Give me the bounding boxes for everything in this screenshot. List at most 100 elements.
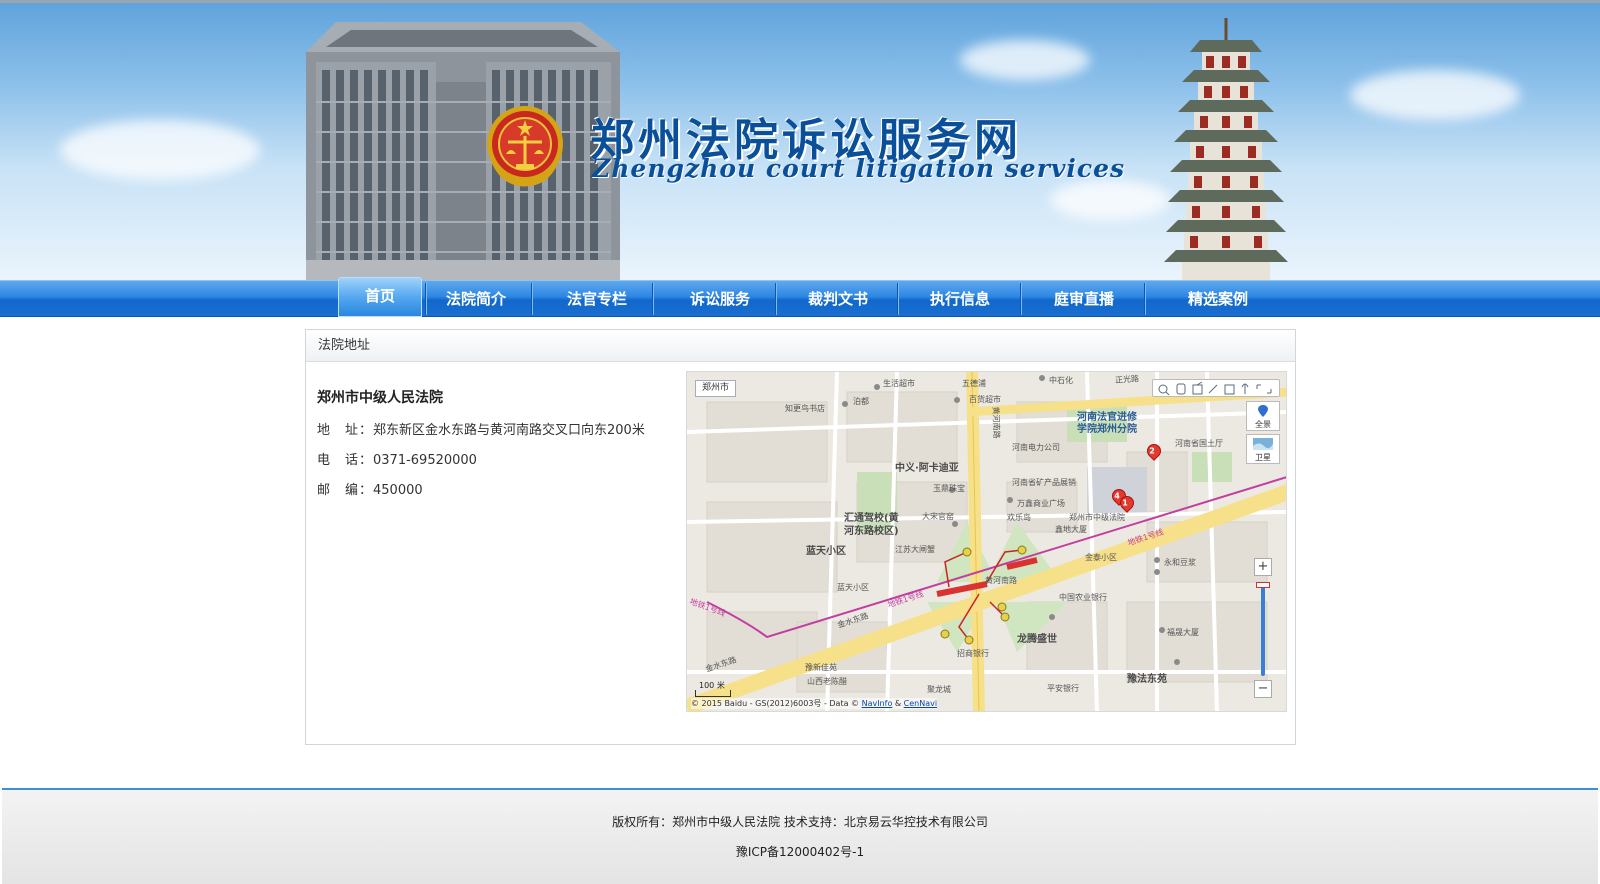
court-building-image [306, 22, 620, 280]
court-name: 郑州市中级人民法院 [317, 390, 443, 406]
map-zoom-control: + − [1254, 558, 1272, 698]
map-label: 大宋官窑 [922, 512, 954, 521]
map-label: 蓝天小区 [806, 546, 846, 557]
map-copyright-text: © 2015 Baidu - GS(2012)6003号 - Data © [691, 699, 862, 708]
nav-divider [775, 283, 777, 315]
location-map[interactable]: 中义·阿卡迪亚 汇通驾校(黄 河东路校区) 蓝天小区 龙腾盛世 豫法东苑 河南法… [686, 371, 1287, 712]
map-label: 招商银行 [957, 649, 989, 658]
map-label: 万鑫商业广场 [1017, 499, 1065, 508]
map-label: 正光路 [1114, 374, 1140, 385]
map-label: 百货超市 [969, 395, 1001, 404]
map-label: 福晟大厦 [1167, 628, 1199, 637]
map-label: 鑫地大厦 [1055, 525, 1087, 534]
map-label: 平安银行 [1047, 684, 1079, 693]
map-label: 学院郑州分院 [1077, 424, 1137, 435]
cloud [60, 120, 260, 180]
nav-divider [1144, 283, 1146, 315]
map-label: 五德浦 [962, 379, 986, 388]
cennavi-link[interactable]: CenNavi [904, 699, 937, 708]
nav-enforcement[interactable]: 执行信息 [901, 281, 1019, 317]
map-copyright-amp: & [892, 699, 904, 708]
nav-about[interactable]: 法院简介 [428, 281, 524, 317]
marker-label: 1 [1122, 498, 1128, 508]
zoom-in-button[interactable]: + [1254, 558, 1272, 576]
panel-title: 法院地址 [306, 330, 1295, 362]
footer-icp[interactable]: 豫ICP备12000402号-1 [2, 843, 1598, 860]
phone-row: 电 话：0371-69520000 [317, 449, 477, 468]
nav-judges[interactable]: 法官专栏 [535, 281, 659, 317]
nav-divider [652, 283, 654, 315]
nav-litigation-service[interactable]: 诉讼服务 [656, 281, 784, 317]
panorama-button[interactable]: 全景 [1246, 401, 1280, 431]
map-label: 河南省国土厅 [1175, 439, 1223, 448]
map-scale-bar [695, 690, 731, 697]
header-banner: 郑州法院诉讼服务网 Zhengzhou court litigation ser… [0, 0, 1600, 280]
map-label: 龙腾盛世 [1017, 634, 1057, 645]
main-nav: 首页 法院简介 法官专栏 诉讼服务 裁判文书 执行信息 庭审直播 精选案例 [0, 277, 1600, 317]
map-label: 豫法东苑 [1127, 674, 1167, 685]
court-address-panel: 法院地址 郑州市中级人民法院 地 址：郑东新区金水东路与黄河南路交叉口向东200… [305, 329, 1296, 745]
map-label: 河南电力公司 [1012, 443, 1060, 452]
satellite-button[interactable]: 卫星 [1246, 434, 1280, 464]
satellite-globe-icon [1253, 438, 1273, 450]
nav-divider [897, 283, 899, 315]
postcode-value: 450000 [373, 483, 423, 498]
map-toolbar [1152, 379, 1280, 397]
zoom-slider-thumb[interactable] [1256, 582, 1270, 588]
navinfo-link[interactable]: NavInfo [862, 699, 893, 708]
map-city-selector[interactable]: 郑州市 [695, 380, 737, 397]
cloud [960, 40, 1090, 80]
map-label: 河南省矿产品展销 [1012, 478, 1076, 487]
map-label: 欢乐岛 [1007, 513, 1031, 522]
map-label: 黄河南路 [985, 576, 1017, 585]
site-subtitle: Zhengzhou court litigation services [592, 154, 1126, 183]
map-label: 蓝天小区 [837, 583, 869, 592]
footer: 版权所有：郑州市中级人民法院 技术支持：北京易云华控技术有限公司 豫ICP备12… [2, 788, 1598, 884]
nav-home[interactable]: 首页 [338, 277, 422, 317]
map-label: 山西老陈醋 [807, 677, 847, 686]
map-label: 黄河南路 [990, 406, 1002, 439]
map-tools-icons[interactable] [1153, 380, 1281, 398]
map-label: 郑州市中级法院 [1069, 513, 1125, 522]
nav-selected-cases[interactable]: 精选案例 [1148, 281, 1288, 317]
panorama-label: 全景 [1255, 420, 1271, 429]
court-emblem-logo [487, 106, 563, 187]
marker-label: 4 [1114, 491, 1120, 501]
map-label: 中石化 [1049, 376, 1073, 385]
map-label: 中义·阿卡迪亚 [895, 463, 959, 474]
postcode-row: 邮 编：450000 [317, 479, 423, 498]
map-label: 金泰小区 [1085, 553, 1117, 562]
map-label: 中国农业银行 [1059, 593, 1107, 602]
map-canvas[interactable] [687, 372, 1287, 712]
footer-copyright: 版权所有：郑州市中级人民法院 技术支持：北京易云华控技术有限公司 [612, 815, 988, 829]
cloud [1050, 180, 1170, 220]
phone-label: 电 话： [317, 453, 374, 468]
marker-label: 2 [1149, 446, 1155, 456]
nav-divider [1020, 283, 1022, 315]
pagoda-tower-image [1164, 18, 1288, 280]
zoom-slider-track[interactable] [1261, 582, 1265, 676]
satellite-label: 卫星 [1255, 453, 1271, 462]
map-label: 玉鼎珠宝 [933, 484, 965, 493]
nav-divider [425, 283, 427, 315]
address-label: 地 址： [317, 423, 374, 438]
location-pin-icon [1258, 405, 1268, 417]
nav-divider [531, 283, 533, 315]
nav-judgments[interactable]: 裁判文书 [779, 281, 897, 317]
phone-value: 0371-69520000 [373, 453, 477, 468]
map-label: 永和豆浆 [1164, 558, 1196, 567]
map-side-controls: 全景 卫星 [1246, 401, 1280, 467]
map-label: 江苏大闸蟹 [895, 545, 935, 554]
map-label: 聚龙城 [927, 685, 951, 694]
address-value: 郑东新区金水东路与黄河南路交叉口向东200米 [373, 423, 645, 438]
map-label: 豫新佳苑 [805, 663, 837, 672]
map-label: 生活超市 [883, 379, 915, 388]
map-label: 知更鸟书店 [785, 404, 825, 413]
map-copyright: © 2015 Baidu - GS(2012)6003号 - Data © Na… [691, 698, 938, 709]
address-row: 地 址：郑东新区金水东路与黄河南路交叉口向东200米 [317, 419, 645, 438]
map-label: 河东路校区) [844, 526, 899, 537]
top-border [0, 0, 1600, 3]
nav-live-trial[interactable]: 庭审直播 [1024, 281, 1144, 317]
zoom-out-button[interactable]: − [1254, 680, 1272, 698]
map-label: 泊都 [853, 397, 869, 406]
